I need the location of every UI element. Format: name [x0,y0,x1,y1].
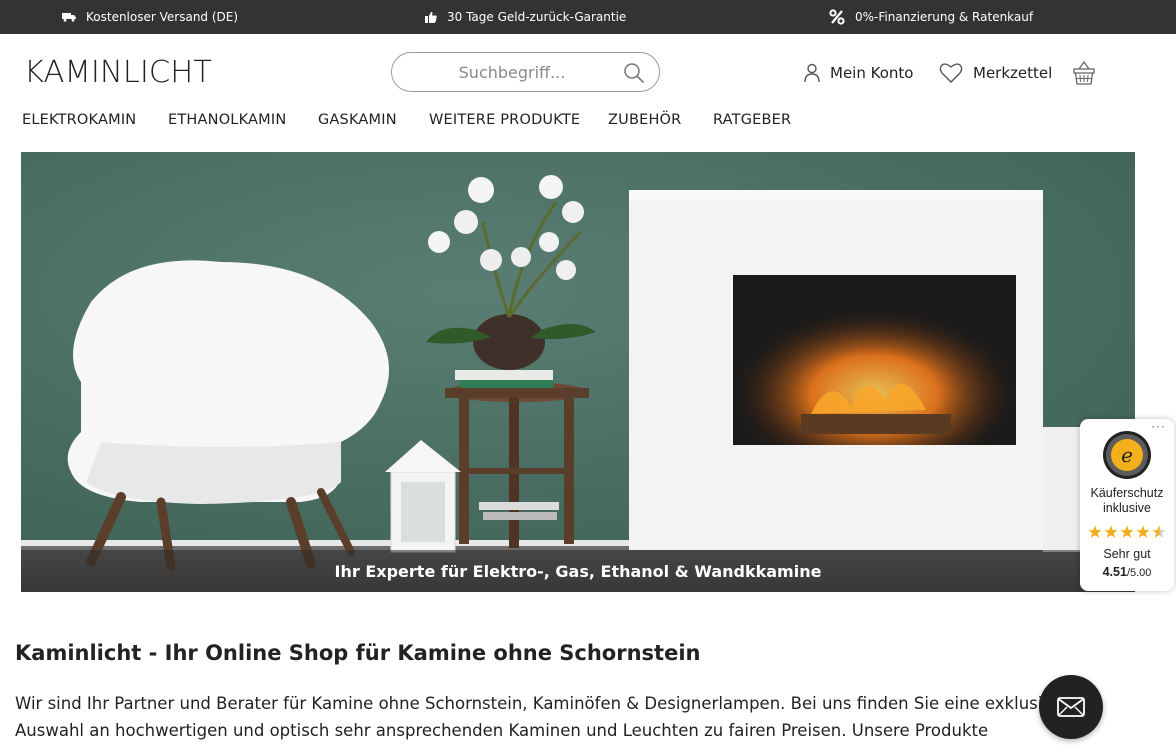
basket-icon[interactable] [1072,60,1096,86]
star-icon [1120,525,1134,538]
nav-item-weitere-produkte[interactable]: WEITERE PRODUKTE [429,112,580,128]
svg-text:e: e [1121,443,1133,467]
user-icon [804,63,820,83]
trusted-shops-badge[interactable]: ··· e Käuferschutz inklusive Sehr gut 4.… [1080,419,1174,591]
intro-text: Wir sind Ihr Partner und Berater für Kam… [15,694,1063,740]
envelope-icon [1057,697,1085,717]
rating-max: /5.00 [1126,567,1152,579]
usp-shipping: Kostenloser Versand (DE) [62,0,238,34]
percent-icon [829,9,845,25]
buyer-protection: Käuferschutz inklusive [1080,486,1174,516]
nav-item-ethanolkamin[interactable]: ETHANOLKAMIN [168,112,286,128]
star-icon [1152,525,1166,538]
hero-caption: Ihr Experte für Elektro-, Gas, Ethanol &… [21,550,1135,592]
star-icon [1136,525,1150,538]
search-input[interactable] [412,53,612,91]
rating-grade: Sehr gut [1103,547,1151,561]
hero-banner[interactable]: Ihr Experte für Elektro-, Gas, Ethanol &… [21,152,1135,592]
thumbs-up-icon [425,11,437,23]
wishlist-label: Merkzettel [973,64,1053,82]
site-logo[interactable]: KAMINLICHT [24,55,214,90]
trusted-shops-seal-icon: e [1103,431,1151,479]
truck-icon [62,13,76,22]
hero-image [21,152,1135,592]
rating-value: 4.51 [1102,565,1127,579]
usp-bar: Kostenloser Versand (DE) 30 Tage Geld-zu… [0,0,1176,34]
logo-text: KAMINLICHT [24,56,212,88]
usp-shipping-text: Kostenloser Versand (DE) [86,10,239,24]
nav-item-zubehoer[interactable]: ZUBEHÖR [608,112,681,128]
rating-score: 4.51/5.00 [1080,565,1174,579]
rating-stars [1088,525,1166,538]
nav-item-gaskamin[interactable]: GASKAMIN [318,112,397,128]
account-link[interactable]: Mein Konto [804,58,913,88]
wishlist-link[interactable]: Merkzettel [939,58,1052,88]
search-box [391,52,660,92]
account-label: Mein Konto [830,64,914,82]
nav-item-elektrokamin[interactable]: ELEKTROKAMIN [22,112,136,128]
usp-guarantee-text: 30 Tage Geld-zurück-Garantie [447,10,627,24]
page-heading: Kaminlicht - Ihr Online Shop für Kamine … [15,641,701,665]
buyer-protection-line2: inklusive [1103,501,1151,515]
star-icon [1104,525,1118,538]
usp-financing: 0%-Finanzierung & Ratenkauf [829,0,1033,34]
buyer-protection-line1: Käuferschutz [1090,486,1164,500]
more-icon[interactable]: ··· [1151,419,1166,433]
contact-button[interactable] [1039,675,1103,739]
search-icon[interactable] [623,62,645,84]
star-icon [1088,525,1102,538]
usp-financing-text: 0%-Finanzierung & Ratenkauf [855,10,1034,24]
heart-icon [939,63,963,83]
nav-item-ratgeber[interactable]: RATGEBER [713,112,791,128]
usp-guarantee: 30 Tage Geld-zurück-Garantie [425,0,626,34]
